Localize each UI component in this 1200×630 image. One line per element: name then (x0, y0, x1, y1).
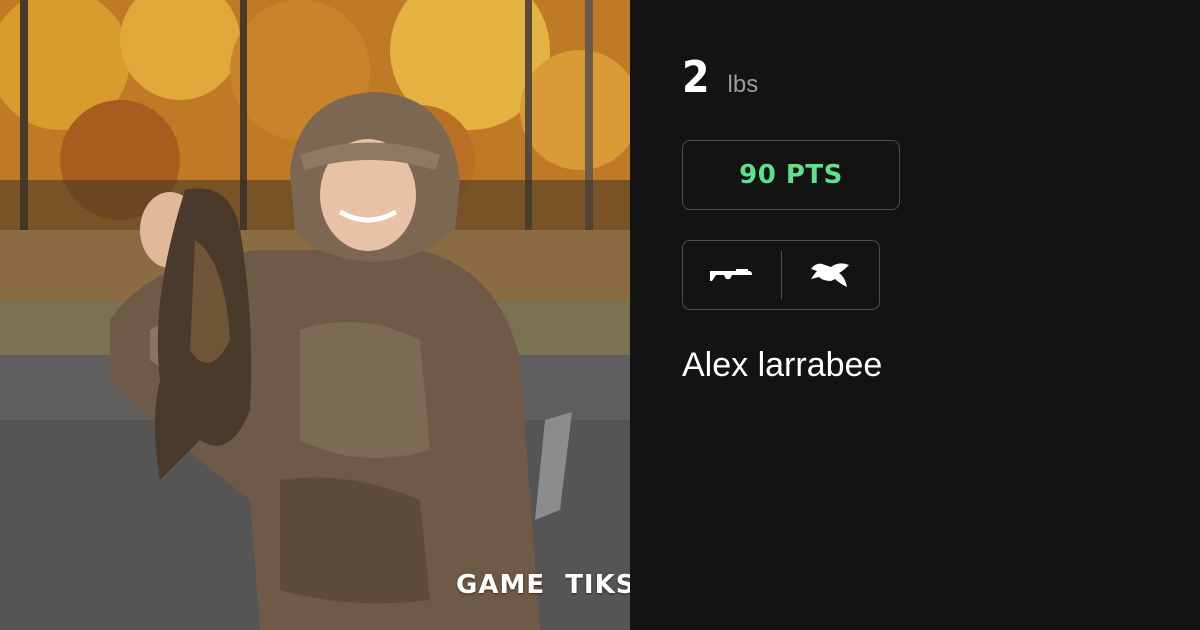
catch-tags (682, 240, 880, 310)
gametiks-watermark: GAME TIKS (456, 570, 630, 600)
photo-illustration (0, 0, 630, 630)
species-tag (782, 241, 880, 309)
catch-info-panel: 2 lbs 90 PTS Alex larrabee (630, 0, 1200, 630)
shotgun-icon (709, 269, 752, 281)
points-value: 90 PTS (739, 160, 843, 190)
weight-unit: lbs (727, 71, 759, 98)
bird-icon (811, 263, 850, 287)
weight-value: 2 (682, 52, 710, 103)
points-badge: 90 PTS (682, 140, 900, 210)
catch-photo: GAME TIKS (0, 0, 630, 630)
weapon-tag (683, 241, 781, 309)
weight-display: 2 lbs (682, 56, 758, 100)
hunter-name: Alex larrabee (682, 346, 883, 384)
